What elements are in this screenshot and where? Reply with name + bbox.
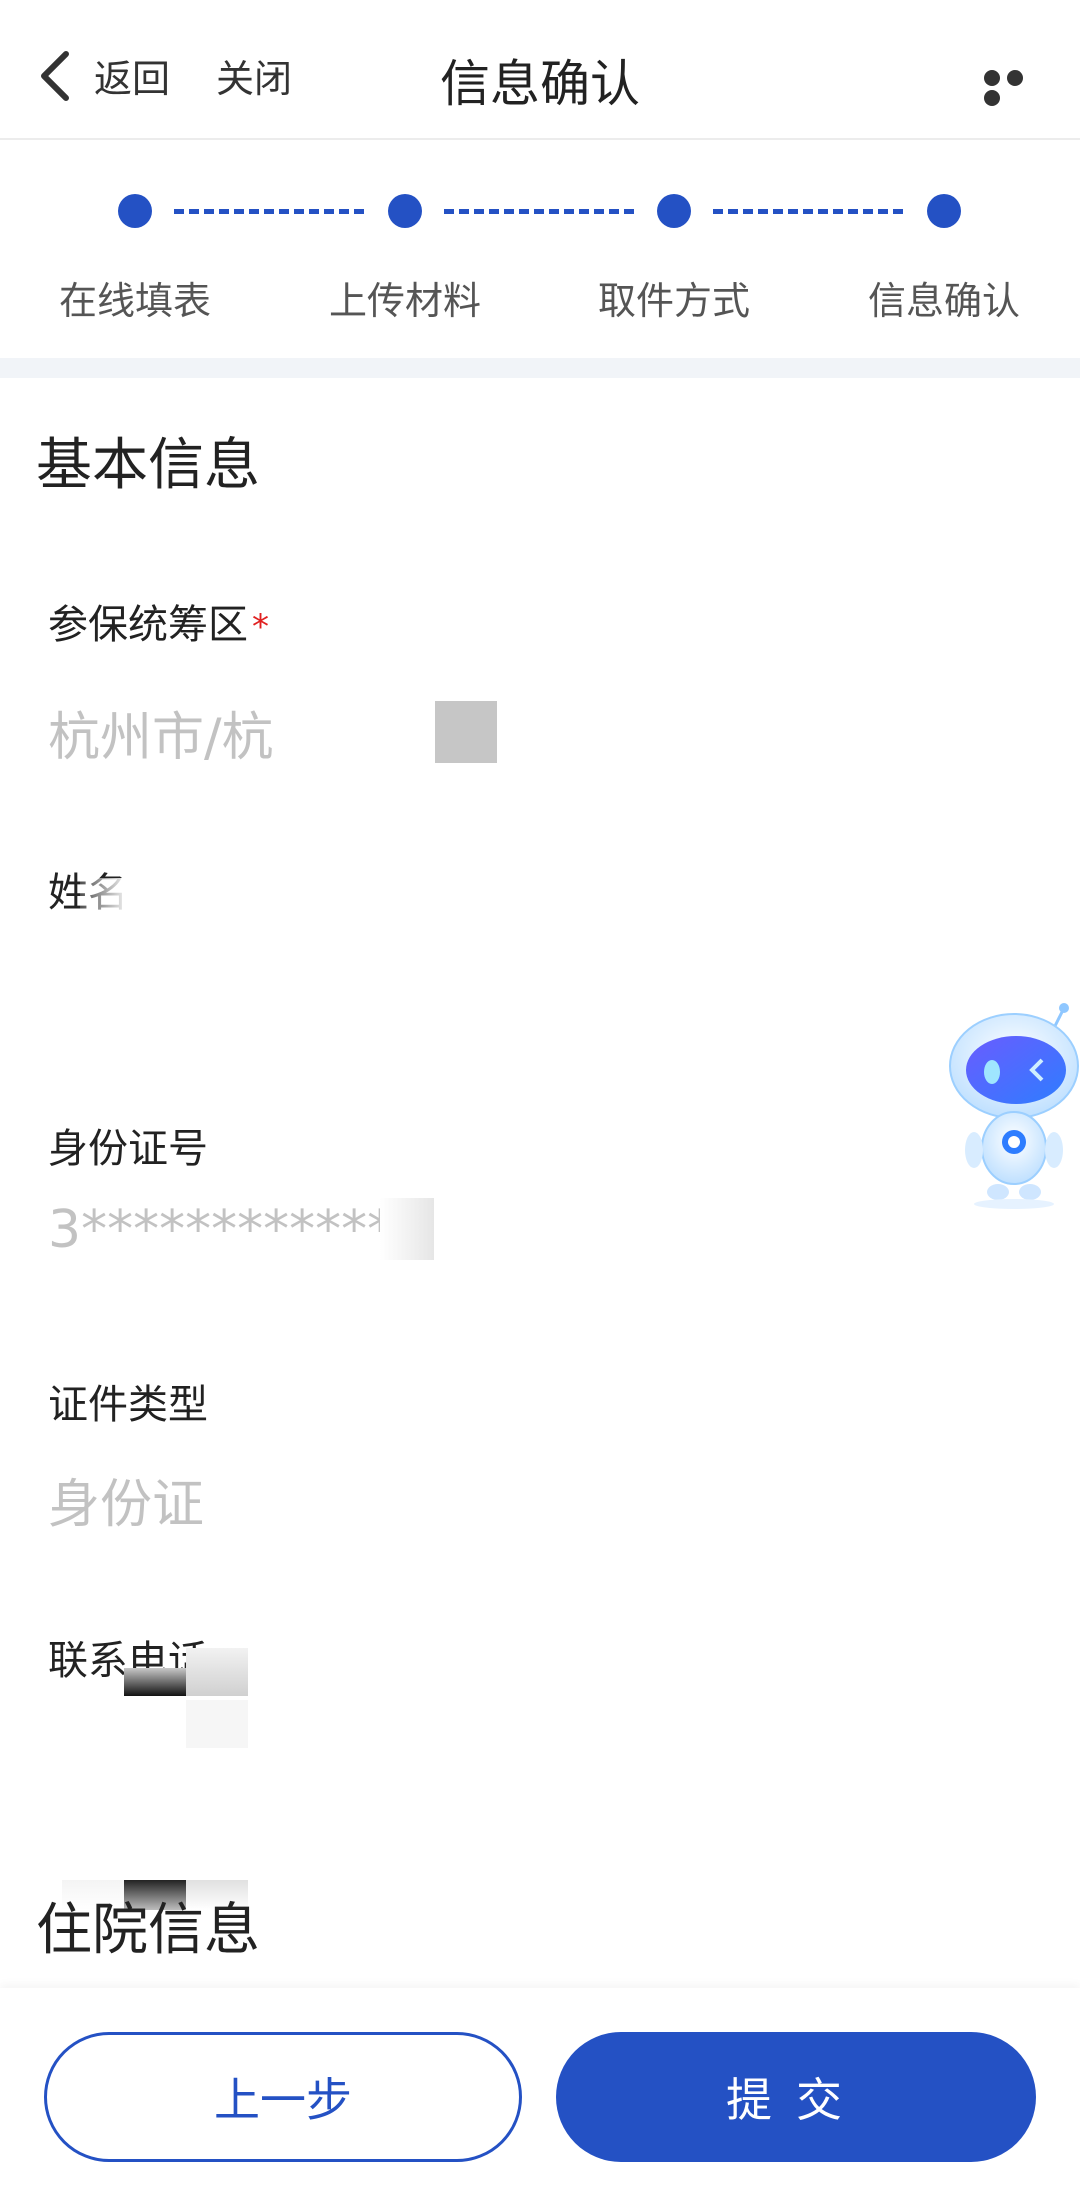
id-type-label: 证件类型 <box>48 1382 208 1428</box>
step-dot-1 <box>118 194 152 228</box>
insured-region-label: 参保统筹区 * <box>48 592 269 650</box>
section-title-basic-info: 基本信息 <box>36 433 260 498</box>
robot-assistant-icon[interactable] <box>944 1000 1080 1210</box>
step-dot-4 <box>927 194 961 228</box>
redaction-block <box>186 1648 248 1696</box>
step-label: 信息确认 <box>867 279 1020 323</box>
step-label: 上传材料 <box>328 279 481 323</box>
insured-region-value[interactable]: 杭州市/杭 <box>48 695 274 770</box>
step-label: 在线填表 <box>58 279 211 323</box>
redaction-block <box>124 1668 186 1696</box>
submit-button[interactable]: 提交 <box>556 2032 1036 2162</box>
page-title: 信息确认 <box>440 55 640 113</box>
step-connector <box>174 209 364 214</box>
insured-region-label-text: 参保统筹区 <box>48 602 248 648</box>
more-dots-icon[interactable] <box>984 70 1046 106</box>
bottom-action-bar: 上一步 提交 <box>0 1988 1080 2189</box>
section-divider <box>0 358 1080 378</box>
redaction-fade <box>270 690 430 760</box>
step-connector <box>713 209 903 214</box>
required-mark: * <box>252 607 269 647</box>
redaction-block <box>186 1700 248 1748</box>
redaction-block <box>435 701 497 763</box>
step-label: 取件方式 <box>597 279 750 323</box>
id-type-value[interactable]: 身份证 <box>48 1462 204 1537</box>
id-number-value[interactable]: 3************* <box>48 1200 419 1260</box>
step-dot-2 <box>388 194 422 228</box>
redaction-fade <box>80 878 180 918</box>
top-navigation-bar: 返回 关闭 信息确认 <box>0 0 1080 140</box>
step-progress: 在线填表 上传材料 取件方式 信息确认 <box>0 140 1080 358</box>
id-number-label: 身份证号 <box>48 1126 208 1172</box>
redaction-block <box>380 1198 434 1260</box>
step-dot-3 <box>657 194 691 228</box>
previous-step-button[interactable]: 上一步 <box>44 2032 522 2162</box>
section-title-hospital-info: 住院信息 <box>36 1898 260 1963</box>
step-connector <box>444 209 634 214</box>
